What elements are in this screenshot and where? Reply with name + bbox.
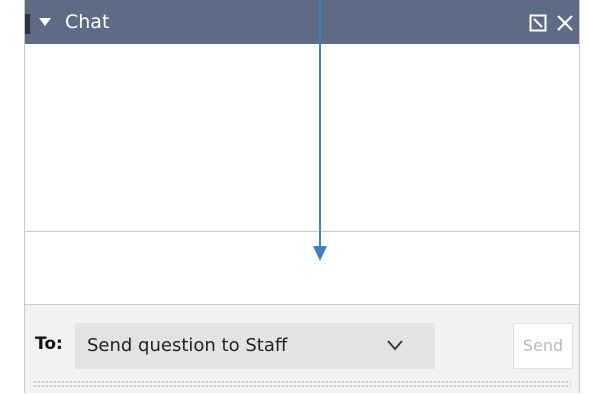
caret-down-icon[interactable] [39,18,51,26]
chevron-down-icon [387,340,403,351]
chat-messages-area[interactable] [25,44,579,232]
send-button[interactable]: Send [513,323,573,369]
recipient-dropdown[interactable]: Send question to Staff [75,323,435,369]
popout-icon[interactable] [529,14,547,32]
chat-compose-input[interactable] [25,232,579,305]
chat-header: Chat [25,0,579,44]
drag-handle[interactable] [25,14,30,34]
chat-panel: Chat To: Send question to Staff Send [24,0,580,393]
resize-grip[interactable] [33,380,571,388]
recipient-selected-value: Send question to Staff [87,335,288,356]
to-label: To: [35,334,63,354]
close-icon[interactable] [556,14,574,32]
chat-title: Chat [65,11,110,33]
